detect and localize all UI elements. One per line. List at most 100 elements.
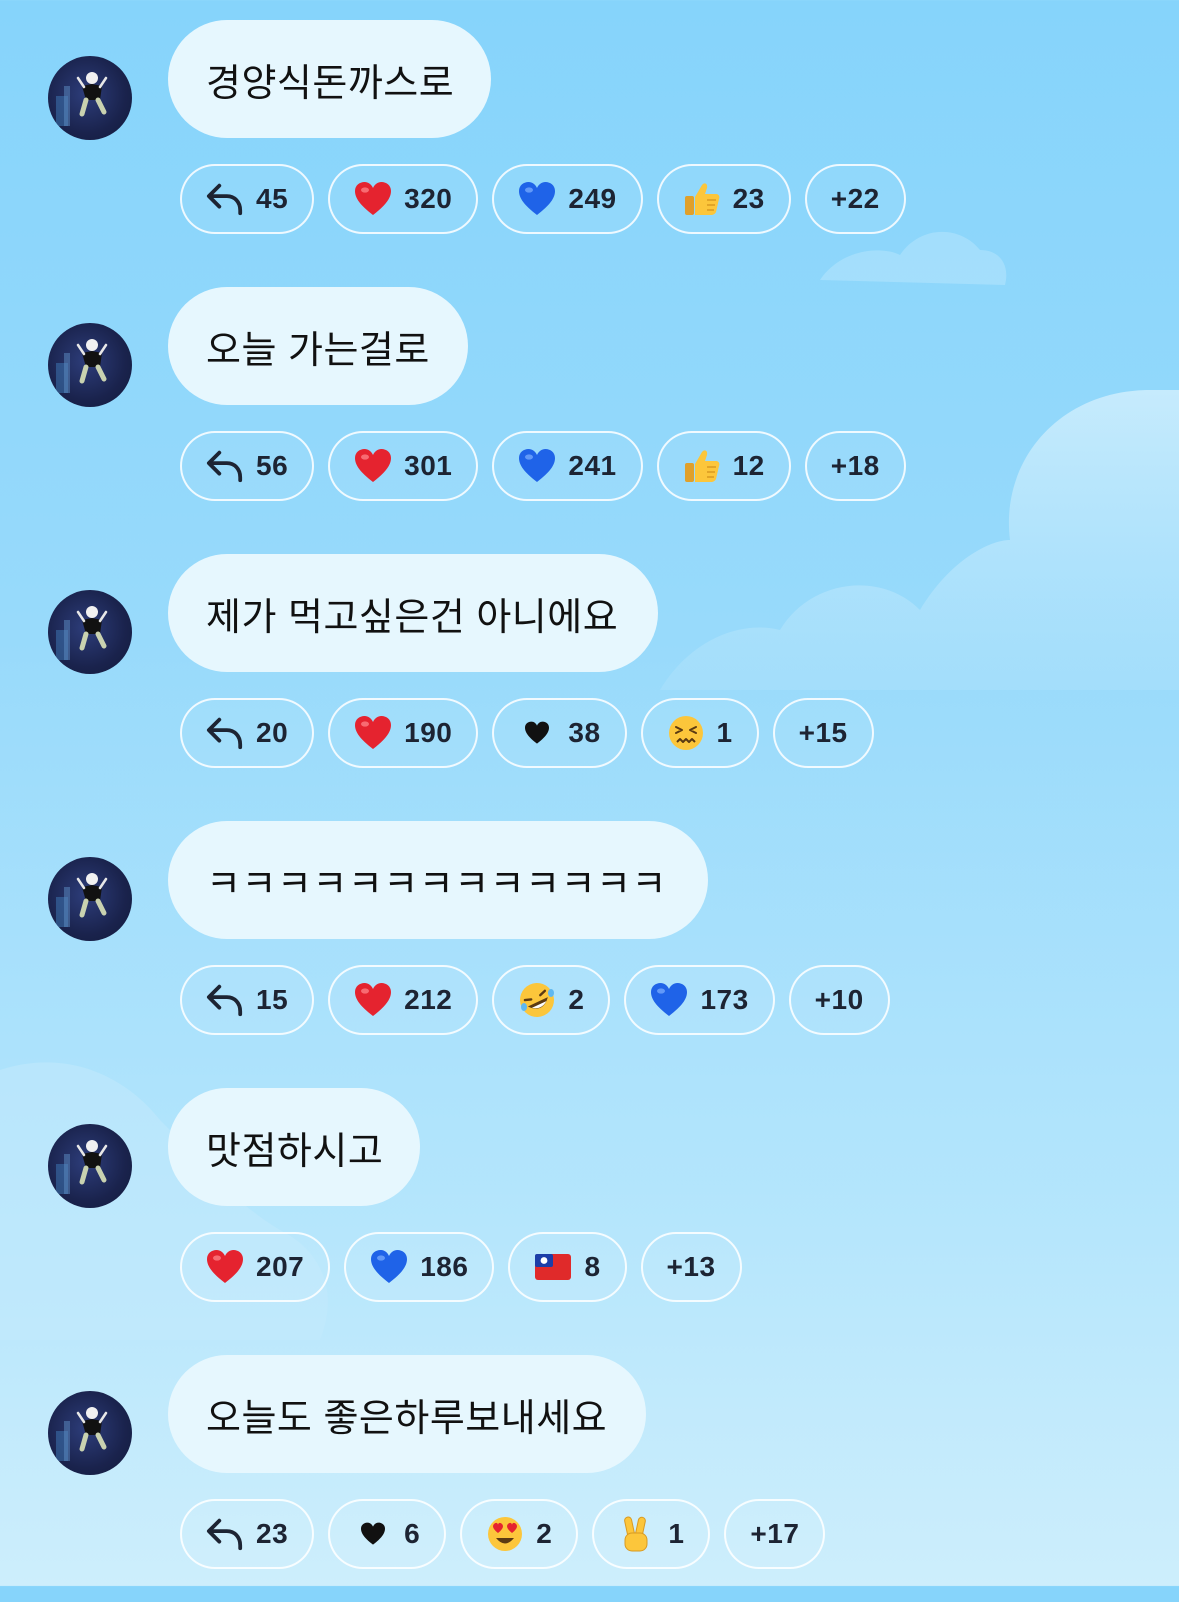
avatar[interactable] — [48, 56, 132, 140]
reaction-count: 23 — [732, 183, 765, 214]
reply-icon — [206, 714, 244, 752]
message-row: ㅋㅋㅋㅋㅋㅋㅋㅋㅋㅋㅋㅋㅋ 15 212 2 173 +10 — [0, 801, 1179, 1068]
red-heart-icon — [206, 1248, 244, 1286]
more-count: +13 — [666, 1251, 716, 1282]
reaction-chip[interactable]: 12 — [656, 431, 791, 501]
more-count: +17 — [750, 1518, 800, 1549]
reaction-chip[interactable]: 190 — [328, 698, 479, 768]
more-count: +10 — [814, 984, 864, 1015]
message-bubble[interactable]: 맛점하시고 — [168, 1088, 420, 1206]
blue-heart-icon — [518, 180, 556, 218]
reply-icon — [206, 1515, 244, 1553]
red-heart-icon — [354, 447, 392, 485]
heart-eyes-face-icon — [486, 1515, 524, 1553]
reaction-chip[interactable]: 23 — [656, 164, 791, 234]
reaction-bar: 20 190 38 1 +15 — [180, 698, 874, 768]
reply-count-button[interactable]: 23 — [180, 1499, 315, 1569]
blue-heart-icon — [518, 447, 556, 485]
avatar[interactable] — [48, 1124, 132, 1208]
rofl-face-icon — [518, 981, 556, 1019]
red-heart-icon — [354, 180, 392, 218]
reaction-chip[interactable]: 2 — [460, 1499, 579, 1569]
message-bubble[interactable]: 경양식돈까스로 — [168, 20, 491, 138]
avatar[interactable] — [48, 857, 132, 941]
more-count: +22 — [830, 183, 880, 214]
reaction-count: 38 — [568, 717, 601, 748]
black-heart-icon — [354, 1515, 392, 1553]
reaction-count: 173 — [700, 984, 749, 1015]
reaction-chip[interactable]: 173 — [624, 965, 775, 1035]
more-reactions-button[interactable]: +13 — [640, 1232, 742, 1302]
avatar[interactable] — [48, 590, 132, 674]
reaction-chip[interactable]: 320 — [328, 164, 479, 234]
red-heart-icon — [354, 714, 392, 752]
message-bubble[interactable]: 제가 먹고싶은건 아니에요 — [168, 554, 658, 672]
reaction-chip[interactable]: 8 — [508, 1232, 627, 1302]
reaction-bar: 207 186 8 +13 — [180, 1232, 742, 1302]
reaction-count: 2 — [568, 984, 585, 1015]
reply-count-button[interactable]: 15 — [180, 965, 315, 1035]
reaction-count: 1 — [716, 717, 733, 748]
reaction-chip[interactable]: 207 — [180, 1232, 331, 1302]
reply-count-button[interactable]: 45 — [180, 164, 315, 234]
message-text: 경양식돈까스로 — [206, 62, 455, 105]
reaction-count: 2 — [536, 1518, 553, 1549]
more-reactions-button[interactable]: +17 — [724, 1499, 826, 1569]
reaction-chip[interactable]: 1 — [640, 698, 759, 768]
reaction-chip[interactable]: 186 — [344, 1232, 495, 1302]
message-row: 오늘도 좋은하루보내세요 23 6 2 1 +17 — [0, 1335, 1179, 1602]
reaction-count: 186 — [420, 1251, 469, 1282]
reaction-count: 207 — [256, 1251, 305, 1282]
reaction-count: 23 — [256, 1518, 289, 1549]
more-count: +18 — [830, 450, 880, 481]
message-row: 제가 먹고싶은건 아니에요 20 190 38 1 +15 — [0, 534, 1179, 801]
victory-hand-icon — [618, 1515, 656, 1553]
message-text: 오늘 가는걸로 — [206, 329, 430, 372]
message-bubble[interactable]: 오늘 가는걸로 — [168, 287, 468, 405]
reaction-chip[interactable]: 2 — [492, 965, 611, 1035]
reply-icon — [206, 981, 244, 1019]
blue-heart-icon — [650, 981, 688, 1019]
reaction-chip[interactable]: 212 — [328, 965, 479, 1035]
message-bubble[interactable]: ㅋㅋㅋㅋㅋㅋㅋㅋㅋㅋㅋㅋㅋ — [168, 821, 708, 939]
reply-count-button[interactable]: 20 — [180, 698, 315, 768]
black-heart-icon — [518, 714, 556, 752]
reaction-chip[interactable]: 301 — [328, 431, 479, 501]
avatar[interactable] — [48, 323, 132, 407]
message-text: 오늘도 좋은하루보내세요 — [206, 1397, 608, 1440]
more-reactions-button[interactable]: +18 — [804, 431, 906, 501]
reaction-count: 212 — [404, 984, 453, 1015]
reply-icon — [206, 180, 244, 218]
reaction-chip[interactable]: 241 — [492, 431, 643, 501]
reaction-bar: 45 320 249 23 +22 — [180, 164, 906, 234]
reaction-count: 241 — [568, 450, 617, 481]
reaction-count: 320 — [404, 183, 453, 214]
thumbs-up-icon — [683, 447, 721, 485]
thumbs-up-icon — [683, 180, 721, 218]
reaction-count: 6 — [404, 1518, 421, 1549]
message-text: ㅋㅋㅋㅋㅋㅋㅋㅋㅋㅋㅋㅋㅋ — [206, 863, 667, 906]
reaction-chip[interactable]: 38 — [492, 698, 627, 768]
more-reactions-button[interactable]: +15 — [772, 698, 874, 768]
reply-icon — [206, 447, 244, 485]
message-row: 오늘 가는걸로 56 301 241 12 +18 — [0, 267, 1179, 534]
message-text: 제가 먹고싶은건 아니에요 — [206, 596, 619, 639]
reaction-count: 20 — [256, 717, 289, 748]
reaction-chip[interactable]: 6 — [328, 1499, 447, 1569]
more-reactions-button[interactable]: +10 — [788, 965, 890, 1035]
reaction-count: 1 — [668, 1518, 685, 1549]
taiwan-flag-icon — [534, 1248, 572, 1286]
reaction-chip[interactable]: 249 — [492, 164, 643, 234]
message-row: 맛점하시고 207 186 8 +13 — [0, 1068, 1179, 1335]
reaction-chip[interactable]: 1 — [592, 1499, 711, 1569]
more-reactions-button[interactable]: +22 — [804, 164, 906, 234]
blue-heart-icon — [370, 1248, 408, 1286]
reaction-count: 8 — [584, 1251, 601, 1282]
reply-count-button[interactable]: 56 — [180, 431, 315, 501]
message-bubble[interactable]: 오늘도 좋은하루보내세요 — [168, 1355, 646, 1473]
reaction-count: 56 — [256, 450, 289, 481]
message-row: 경양식돈까스로 45 320 249 23 +22 — [0, 0, 1179, 267]
reaction-count: 249 — [568, 183, 617, 214]
reaction-bar: 15 212 2 173 +10 — [180, 965, 890, 1035]
avatar[interactable] — [48, 1391, 132, 1475]
